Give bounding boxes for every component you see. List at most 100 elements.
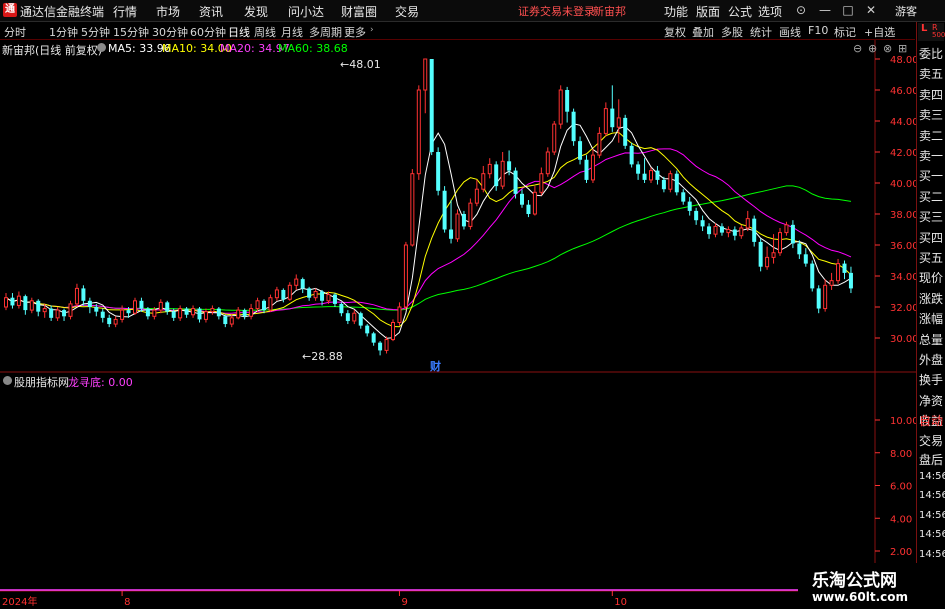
candle[interactable] — [610, 85, 615, 132]
candle[interactable] — [332, 293, 337, 307]
candle[interactable] — [133, 297, 137, 315]
candle[interactable] — [262, 299, 266, 314]
candle[interactable] — [191, 305, 196, 318]
period-daily[interactable]: 日线 — [228, 24, 250, 40]
candle[interactable] — [649, 167, 653, 184]
login-notice[interactable]: 证券交易未登录 — [518, 3, 595, 19]
period-intraday[interactable]: 分时 — [4, 24, 26, 40]
candle[interactable] — [49, 305, 54, 321]
period-weekly[interactable]: 周线 — [254, 24, 276, 40]
guest-label[interactable]: 游客 — [895, 3, 917, 19]
candle[interactable] — [848, 266, 853, 294]
tool-multi-stock[interactable]: 多股 — [721, 24, 743, 40]
candle[interactable] — [81, 285, 86, 306]
tool-draw-line[interactable]: 画线 — [779, 24, 801, 40]
menu-item-market[interactable]: 市场 — [156, 3, 180, 20]
candle[interactable] — [681, 189, 686, 205]
candle[interactable] — [526, 200, 531, 218]
candle[interactable] — [590, 148, 595, 183]
candle[interactable] — [423, 58, 428, 114]
candle[interactable] — [642, 158, 647, 183]
candle[interactable] — [726, 226, 731, 238]
candle[interactable] — [403, 241, 408, 311]
period-multi[interactable]: 多周期 — [309, 24, 342, 40]
candle[interactable] — [578, 136, 583, 165]
candle[interactable] — [184, 307, 189, 318]
candle[interactable] — [10, 293, 15, 309]
candle[interactable] — [603, 102, 608, 137]
period-monthly[interactable]: 月线 — [281, 24, 303, 40]
candle[interactable] — [674, 170, 679, 196]
candle[interactable] — [655, 165, 660, 185]
candle[interactable] — [345, 310, 350, 325]
candle[interactable] — [778, 227, 782, 256]
search-icon[interactable]: ⊙ — [793, 2, 809, 18]
candle[interactable] — [55, 307, 60, 321]
settings-dot-icon[interactable] — [97, 43, 106, 52]
period-more[interactable]: 更多 — [344, 24, 366, 40]
candle[interactable] — [494, 161, 499, 191]
candle[interactable] — [429, 59, 434, 156]
side-panel-label[interactable]: 自动 — [919, 412, 945, 429]
tool-add-watchlist[interactable]: +自选 — [864, 24, 895, 40]
candle[interactable] — [23, 294, 28, 315]
candle[interactable] — [668, 170, 673, 193]
candle[interactable] — [558, 85, 563, 129]
candle[interactable] — [790, 220, 795, 249]
tool-f10[interactable]: F10 — [808, 24, 828, 37]
period-1min[interactable]: 1分钟 — [49, 24, 78, 40]
candle[interactable] — [410, 169, 415, 247]
candle[interactable] — [203, 308, 208, 323]
candle[interactable] — [571, 108, 576, 146]
candle[interactable] — [87, 297, 92, 314]
menu-item-function[interactable]: 功能 — [664, 3, 688, 20]
candle[interactable] — [481, 165, 486, 193]
zoom-in-icon[interactable]: ⊕ — [868, 42, 877, 55]
candle[interactable] — [223, 314, 228, 328]
candle[interactable] — [145, 307, 150, 320]
candle[interactable] — [455, 209, 460, 242]
candle[interactable] — [500, 152, 505, 190]
candle[interactable] — [545, 147, 550, 177]
maximize-icon[interactable]: □ — [840, 2, 856, 18]
candle[interactable] — [294, 274, 299, 290]
menu-item-quotes[interactable]: 行情 — [113, 3, 137, 20]
close-icon[interactable]: ✕ — [863, 2, 879, 18]
financial-report-badge[interactable]: 财 — [430, 358, 441, 374]
candle[interactable] — [74, 283, 79, 307]
candle[interactable] — [287, 282, 292, 301]
candle[interactable] — [745, 210, 750, 232]
candle[interactable] — [365, 324, 370, 337]
candle[interactable] — [416, 85, 421, 180]
candle[interactable] — [623, 114, 628, 149]
candle[interactable] — [36, 299, 41, 317]
candle[interactable] — [371, 331, 376, 346]
candle[interactable] — [113, 316, 118, 328]
menu-item-options[interactable]: 选项 — [758, 3, 782, 20]
menu-item-formula[interactable]: 公式 — [728, 3, 752, 20]
candle[interactable] — [836, 258, 841, 284]
candle[interactable] — [397, 302, 402, 326]
candle[interactable] — [436, 147, 441, 196]
candle[interactable] — [242, 308, 247, 320]
menu-item-wealth[interactable]: 财富圈 — [341, 3, 377, 20]
candle[interactable] — [468, 198, 473, 230]
candle[interactable] — [713, 223, 718, 238]
candle[interactable] — [384, 336, 389, 354]
candle[interactable] — [584, 155, 589, 183]
candle[interactable] — [732, 226, 737, 241]
candle[interactable] — [358, 311, 363, 329]
candle[interactable] — [249, 303, 254, 320]
candle[interactable] — [765, 246, 770, 270]
candle[interactable] — [719, 223, 724, 236]
candle[interactable] — [178, 305, 183, 321]
candle[interactable] — [216, 307, 221, 320]
candle[interactable] — [236, 307, 241, 320]
candle[interactable] — [758, 238, 763, 272]
tool-adjust[interactable]: 复权 — [664, 24, 686, 40]
candle[interactable] — [449, 200, 454, 244]
candle[interactable] — [823, 279, 828, 312]
expand-pane-icon[interactable]: ⊞ — [898, 42, 907, 55]
menu-item-news[interactable]: 资讯 — [199, 3, 223, 20]
candle[interactable] — [391, 319, 395, 342]
